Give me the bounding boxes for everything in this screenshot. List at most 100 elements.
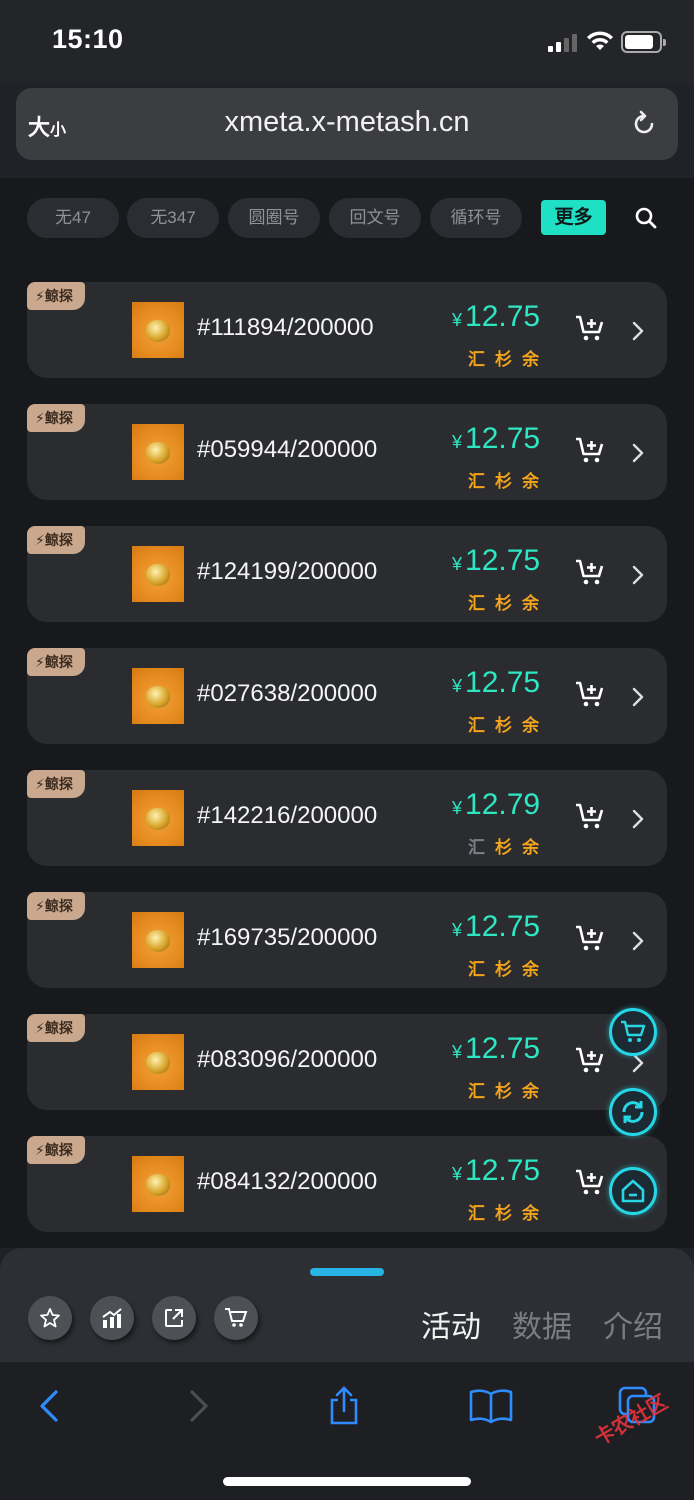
platform-tag: 余 bbox=[522, 1082, 539, 1101]
platform-tag: 杉 bbox=[495, 716, 512, 735]
platform-tag: 余 bbox=[522, 838, 539, 857]
detail-chevron[interactable] bbox=[631, 686, 645, 713]
listing-card[interactable]: ⚡鲸探 #124199/200000 ¥12.75 汇杉余 bbox=[27, 526, 667, 622]
status-time: 15:10 bbox=[52, 24, 124, 54]
add-to-cart-icon bbox=[576, 559, 604, 585]
bookmarks-icon[interactable] bbox=[468, 1386, 514, 1426]
add-to-cart-icon bbox=[576, 681, 604, 707]
platform-tag: 杉 bbox=[495, 350, 512, 369]
nft-thumbnail bbox=[132, 546, 184, 602]
price: ¥12.75 bbox=[452, 666, 540, 700]
cart-button[interactable] bbox=[214, 1296, 258, 1340]
share-icon[interactable] bbox=[326, 1386, 362, 1426]
platform-tag: 余 bbox=[522, 472, 539, 491]
add-to-cart-button[interactable] bbox=[575, 1168, 605, 1201]
detail-chevron[interactable] bbox=[631, 442, 645, 469]
platform-tag: 杉 bbox=[495, 472, 512, 491]
platform-tags: 汇杉余 bbox=[468, 1199, 549, 1224]
favorite-button[interactable] bbox=[28, 1296, 72, 1340]
detail-chevron[interactable] bbox=[631, 808, 645, 835]
chart-button[interactable] bbox=[90, 1296, 134, 1340]
add-to-cart-button[interactable] bbox=[575, 680, 605, 713]
search-icon[interactable] bbox=[634, 206, 658, 230]
tab-activity[interactable]: 活动 bbox=[421, 1302, 481, 1346]
forward-icon[interactable] bbox=[184, 1386, 214, 1426]
filter-chip[interactable]: 圆圈号 bbox=[228, 198, 320, 238]
listing-card[interactable]: ⚡鲸探 #083096/200000 ¥12.75 汇杉余 bbox=[27, 1014, 667, 1110]
floating-cart-button[interactable] bbox=[609, 1008, 657, 1056]
price: ¥12.75 bbox=[452, 422, 540, 456]
price-value: 12.75 bbox=[465, 1032, 541, 1065]
floating-home-button[interactable] bbox=[609, 1167, 657, 1215]
serial-number: #084132/200000 bbox=[197, 1168, 378, 1195]
status-bar: 15:10 bbox=[0, 0, 694, 84]
platform-tag: 汇 bbox=[468, 472, 485, 491]
price: ¥12.75 bbox=[452, 1032, 540, 1066]
chevron-right-icon bbox=[632, 931, 644, 951]
listing-card[interactable]: ⚡鲸探 #169735/200000 ¥12.75 汇杉余 bbox=[27, 892, 667, 988]
add-to-cart-button[interactable] bbox=[575, 558, 605, 591]
add-to-cart-button[interactable] bbox=[575, 802, 605, 835]
currency-symbol: ¥ bbox=[452, 920, 463, 940]
platform-tag: 汇 bbox=[468, 1204, 485, 1223]
platform-badge: ⚡鲸探 bbox=[27, 892, 85, 920]
add-to-cart-button[interactable] bbox=[575, 924, 605, 957]
home-icon bbox=[621, 1179, 645, 1203]
listing-card[interactable]: ⚡鲸探 #111894/200000 ¥12.75 汇杉余 bbox=[27, 282, 667, 378]
listing-card[interactable]: ⚡鲸探 #142216/200000 ¥12.79 汇杉余 bbox=[27, 770, 667, 866]
back-icon[interactable] bbox=[34, 1386, 64, 1426]
add-to-cart-button[interactable] bbox=[575, 436, 605, 469]
currency-symbol: ¥ bbox=[452, 554, 463, 574]
price-value: 12.75 bbox=[465, 666, 541, 699]
sheet-handle[interactable] bbox=[310, 1268, 384, 1276]
add-to-cart-button[interactable] bbox=[575, 1046, 605, 1079]
platform-tags: 汇杉余 bbox=[468, 345, 549, 370]
floating-refresh-button[interactable] bbox=[609, 1088, 657, 1136]
nft-thumbnail bbox=[132, 1156, 184, 1212]
url-text[interactable]: xmeta.x-metash.cn bbox=[16, 106, 678, 139]
filter-chip[interactable]: 无47 bbox=[27, 198, 119, 238]
detail-chevron[interactable] bbox=[631, 930, 645, 957]
detail-chevron[interactable] bbox=[631, 1052, 645, 1079]
add-to-cart-icon bbox=[576, 315, 604, 341]
more-button[interactable]: 更多 bbox=[541, 200, 606, 235]
share-icon bbox=[165, 1309, 183, 1327]
detail-chevron[interactable] bbox=[631, 564, 645, 591]
address-bar[interactable]: 大小 xmeta.x-metash.cn bbox=[16, 88, 678, 160]
add-to-cart-icon bbox=[576, 1169, 604, 1195]
nft-thumbnail bbox=[132, 912, 184, 968]
platform-tag: 杉 bbox=[495, 594, 512, 613]
price: ¥12.75 bbox=[452, 300, 540, 334]
nft-thumbnail bbox=[132, 668, 184, 724]
price-value: 12.75 bbox=[465, 544, 541, 577]
serial-number: #027638/200000 bbox=[197, 680, 378, 707]
platform-tag: 杉 bbox=[495, 1204, 512, 1223]
platform-tags: 汇杉余 bbox=[468, 955, 549, 980]
platform-badge: ⚡鲸探 bbox=[27, 282, 85, 310]
add-to-cart-icon bbox=[576, 803, 604, 829]
platform-tags: 汇杉余 bbox=[468, 1077, 549, 1102]
filter-chip[interactable]: 回文号 bbox=[329, 198, 421, 238]
filter-chip[interactable]: 无347 bbox=[127, 198, 219, 238]
serial-number: #124199/200000 bbox=[197, 558, 378, 585]
tab-intro[interactable]: 介绍 bbox=[603, 1302, 663, 1346]
add-to-cart-icon bbox=[576, 437, 604, 463]
platform-tag: 余 bbox=[522, 1204, 539, 1223]
tab-data[interactable]: 数据 bbox=[512, 1302, 572, 1346]
share-button[interactable] bbox=[152, 1296, 196, 1340]
add-to-cart-button[interactable] bbox=[575, 314, 605, 347]
currency-symbol: ¥ bbox=[452, 1164, 463, 1184]
listing-card[interactable]: ⚡鲸探 #059944/200000 ¥12.75 汇杉余 bbox=[27, 404, 667, 500]
currency-symbol: ¥ bbox=[452, 310, 463, 330]
reload-icon[interactable] bbox=[630, 110, 658, 138]
serial-number: #111894/200000 bbox=[197, 314, 374, 341]
listing-card[interactable]: ⚡鲸探 #027638/200000 ¥12.75 汇杉余 bbox=[27, 648, 667, 744]
listing-card[interactable]: ⚡鲸探 #084132/200000 ¥12.75 汇杉余 bbox=[27, 1136, 667, 1232]
price: ¥12.75 bbox=[452, 1154, 540, 1188]
detail-chevron[interactable] bbox=[631, 320, 645, 347]
wifi-icon bbox=[587, 31, 613, 50]
filter-chip[interactable]: 循环号 bbox=[430, 198, 522, 238]
price: ¥12.75 bbox=[452, 544, 540, 578]
platform-tag: 余 bbox=[522, 350, 539, 369]
platform-tag: 余 bbox=[522, 960, 539, 979]
